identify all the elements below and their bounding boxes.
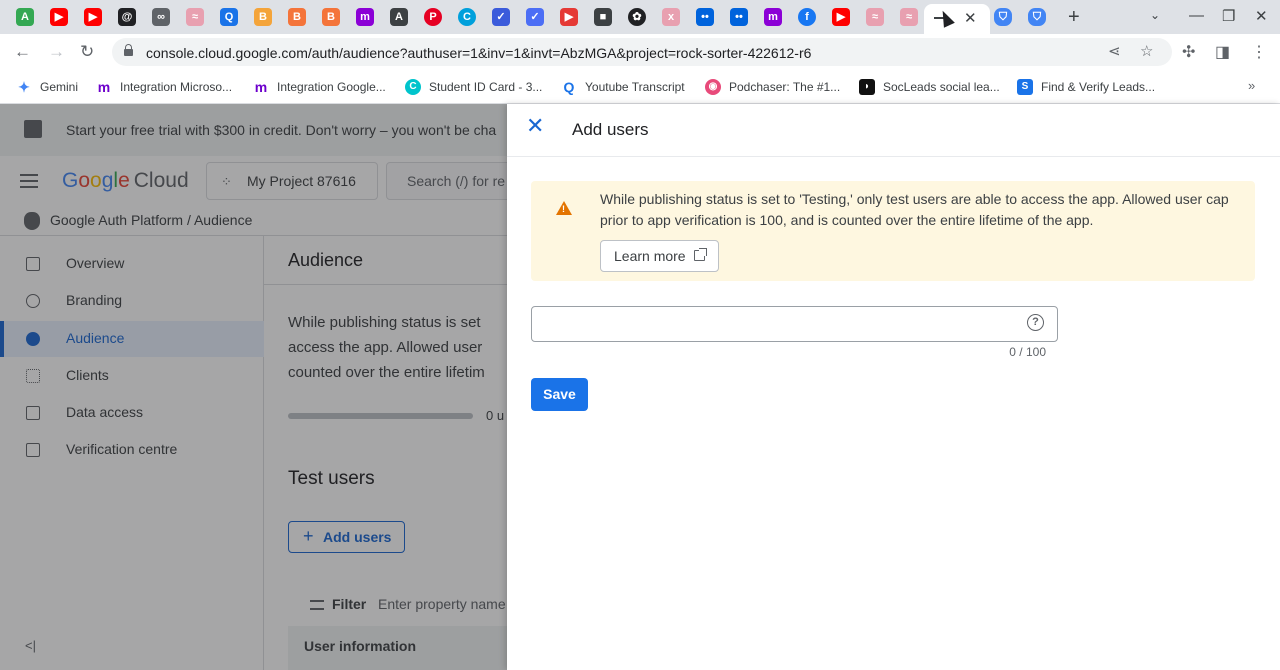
bookmark-gemini[interactable]: ✦ Gemini <box>16 78 78 96</box>
bookmark-find-verify-leads[interactable]: S Find & Verify Leads... <box>1017 78 1155 96</box>
tab-favicon-blogger[interactable]: B <box>288 8 306 26</box>
tab-favicon-search[interactable]: Q <box>220 8 238 26</box>
bookmark-integration-microsoft[interactable]: m Integration Microso... <box>96 78 232 96</box>
learn-more-label: Learn more <box>614 248 686 264</box>
reload-icon[interactable]: ↻ <box>80 42 94 62</box>
bookmark-podchaser[interactable]: ◉ Podchaser: The #1... <box>705 78 840 96</box>
gemini-icon: ✦ <box>18 79 30 95</box>
new-tab-button[interactable]: + <box>1068 6 1080 29</box>
tab-favicon-make[interactable]: m <box>764 8 782 26</box>
save-button[interactable]: Save <box>531 378 588 411</box>
bookmark-label: Youtube Transcript <box>585 80 685 94</box>
tab-favicon-flow[interactable]: ≈ <box>866 8 884 26</box>
tab-favicon-shield[interactable]: ⛉ <box>1028 8 1046 26</box>
tab-favicon-x[interactable]: x <box>662 8 680 26</box>
tab-favicon-threads[interactable]: @ <box>118 8 136 26</box>
tab-favicon-openai[interactable]: ✿ <box>628 8 646 26</box>
lock-icon <box>124 44 133 56</box>
url-text[interactable]: console.cloud.google.com/auth/audience?a… <box>146 45 811 61</box>
tab-favicon-shield[interactable]: ⛉ <box>994 8 1012 26</box>
tab-search-chevron-icon[interactable]: ⌄ <box>1150 8 1160 22</box>
tab-favicon-canva[interactable]: C <box>458 8 476 26</box>
tab-favicon-link[interactable]: ∞ <box>152 8 170 26</box>
tab-favicon-flow[interactable]: ≈ <box>186 8 204 26</box>
tab-strip: A ▶ ▶ @ ∞ ≈ Q B B B m A P C ✓ ✓ ▶ ■ ✿ x … <box>0 0 1280 34</box>
browser-toolbar: ← → ↻ console.cloud.google.com/auth/audi… <box>0 34 1280 70</box>
close-icon[interactable]: ✕ <box>526 115 544 137</box>
bookmark-integration-google[interactable]: m Integration Google... <box>253 78 386 96</box>
testing-warning-banner: While publishing status is set to 'Testi… <box>531 181 1255 281</box>
tab-favicon-flow[interactable]: ≈ <box>900 8 918 26</box>
extensions-puzzle-icon[interactable]: ✣ <box>1182 42 1195 62</box>
external-link-icon <box>694 248 707 261</box>
tab-favicon-blogger[interactable]: B <box>254 8 272 26</box>
user-email-input[interactable] <box>531 306 1058 342</box>
bookmarks-bar: ✦ Gemini m Integration Microso... m Integra… <box>0 70 1280 104</box>
bookmark-student-id[interactable]: C Student ID Card - 3... <box>405 78 542 96</box>
learn-more-button[interactable]: Learn more <box>600 240 719 272</box>
panel-header-divider <box>507 156 1280 157</box>
socleads-icon: ◗ <box>859 79 875 95</box>
podchaser-icon: ◉ <box>705 79 721 95</box>
side-panel-icon[interactable]: ◨ <box>1215 42 1230 62</box>
bookmark-label: Gemini <box>40 80 79 94</box>
tab-favicon-pinterest[interactable]: P <box>424 8 442 26</box>
back-arrow-icon[interactable]: ← <box>14 42 31 62</box>
tab-favicon-blogger[interactable]: B <box>322 8 340 26</box>
make-icon: m <box>254 79 268 95</box>
tab-favicon-chat[interactable]: ✓ <box>526 8 544 26</box>
tab-favicon-facebook[interactable]: f <box>798 8 816 26</box>
tab-favicon-flask[interactable]: A <box>390 8 408 26</box>
bookmark-star-icon[interactable]: ☆ <box>1140 42 1153 60</box>
tab-favicon-flickr[interactable]: •• <box>696 8 714 26</box>
bookmark-label: Integration Google... <box>277 80 386 94</box>
bookmark-label: SocLeads social lea... <box>883 80 1000 94</box>
tab-favicon-youtube[interactable]: ▶ <box>832 8 850 26</box>
bookmark-socleads[interactable]: ◗ SocLeads social lea... <box>859 78 1000 96</box>
tab-favicon-youtube[interactable]: ▶ <box>50 8 68 26</box>
forward-arrow-icon[interactable]: → <box>48 42 65 62</box>
active-tab[interactable]: ✕ <box>924 4 990 34</box>
tab-favicon-youtube[interactable]: ▶ <box>560 8 578 26</box>
minimize-icon[interactable]: — <box>1189 7 1204 24</box>
tab-favicon-flickr[interactable]: •• <box>730 8 748 26</box>
bookmark-label: Find & Verify Leads... <box>1041 80 1156 94</box>
character-counter: 0 / 100 <box>1009 345 1046 359</box>
bookmark-youtube-transcript[interactable]: Q Youtube Transcript <box>561 78 685 96</box>
warning-icon <box>556 201 572 215</box>
browser-menu-icon[interactable]: ⋮ <box>1251 42 1267 62</box>
restore-icon[interactable]: ❐ <box>1222 7 1235 25</box>
tab-favicon-google-ads[interactable]: A <box>16 8 34 26</box>
tab-favicon-make[interactable]: m <box>356 8 374 26</box>
verify-icon: S <box>1017 79 1033 95</box>
bookmark-label: Podchaser: The #1... <box>729 80 841 94</box>
tab-favicon-youtube[interactable]: ▶ <box>84 8 102 26</box>
panel-title: Add users <box>572 120 649 139</box>
search-q-icon: Q <box>563 79 575 95</box>
bookmark-label: Student ID Card - 3... <box>429 80 543 94</box>
address-bar[interactable]: console.cloud.google.com/auth/audience?a… <box>112 38 1172 66</box>
help-icon[interactable]: ? <box>1027 314 1044 331</box>
bookmark-label: Integration Microso... <box>120 80 233 94</box>
canva-icon: C <box>405 79 421 95</box>
tab-favicon-hat[interactable]: ■ <box>594 8 612 26</box>
tab-favicon-chat[interactable]: ✓ <box>492 8 510 26</box>
warning-text: While publishing status is set to 'Testi… <box>600 191 1229 228</box>
window-close-icon[interactable]: ✕ <box>1255 7 1268 25</box>
share-icon[interactable]: ⋖ <box>1108 42 1121 60</box>
make-icon: m <box>97 79 111 95</box>
bookmarks-overflow-icon[interactable]: » <box>1248 78 1255 93</box>
add-users-panel: ✕ Add users While publishing status is s… <box>507 104 1280 670</box>
tab-close-icon[interactable]: ✕ <box>964 9 977 27</box>
